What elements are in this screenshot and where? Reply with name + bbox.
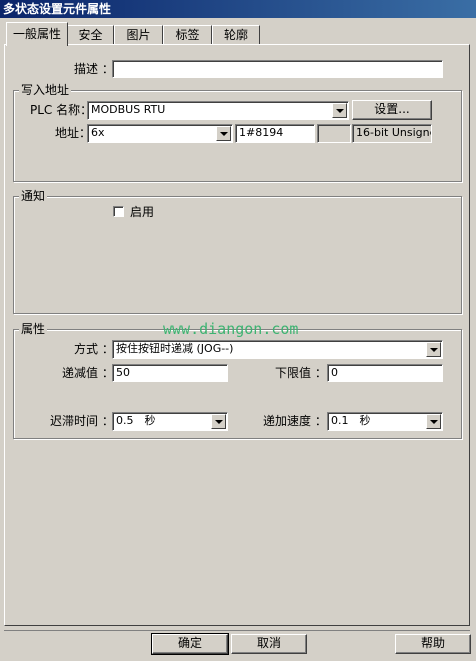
cancel-button[interactable]: 取消 bbox=[231, 634, 307, 654]
chevron-down-icon[interactable] bbox=[216, 126, 231, 141]
properties-legend: 属性 bbox=[19, 322, 48, 336]
address-extra-field bbox=[317, 124, 351, 143]
data-format-field: 16-bit Unsigned bbox=[352, 124, 432, 143]
chevron-down-icon[interactable] bbox=[332, 103, 347, 118]
tab-picture[interactable]: 图片 bbox=[114, 25, 163, 45]
tab-outline[interactable]: 轮廓 bbox=[212, 25, 260, 45]
write-address-legend: 写入地址 bbox=[19, 83, 72, 97]
mode-select[interactable]: 按住按钮时递减 (JOG--) bbox=[112, 340, 443, 359]
tab-general[interactable]: 一般属性 bbox=[6, 22, 68, 46]
plc-name-label: PLC 名称： bbox=[30, 103, 93, 117]
delay-value: 0.5 秒 bbox=[116, 414, 156, 427]
address-type-value: 6x bbox=[91, 126, 105, 139]
chevron-down-icon[interactable] bbox=[211, 414, 226, 429]
accel-label: 递加速度 ： bbox=[263, 414, 327, 428]
ok-button[interactable]: 确定 bbox=[151, 633, 229, 655]
help-button[interactable]: 帮助 bbox=[395, 634, 471, 654]
address-label: 地址： bbox=[55, 126, 92, 140]
description-input[interactable] bbox=[112, 60, 443, 78]
accel-value: 0.1 秒 bbox=[331, 414, 371, 427]
chevron-down-icon[interactable] bbox=[426, 414, 441, 429]
decrement-label: 递减值 ： bbox=[62, 366, 114, 380]
delay-select[interactable]: 0.5 秒 bbox=[112, 412, 228, 431]
address-type-select[interactable]: 6x bbox=[87, 124, 233, 143]
description-label: 描述 ： bbox=[74, 62, 114, 76]
address-input[interactable]: 1#8194 bbox=[235, 124, 315, 143]
bottom-divider bbox=[4, 630, 470, 631]
lower-limit-input[interactable]: 0 bbox=[327, 364, 443, 382]
mode-value: 按住按钮时递减 (JOG--) bbox=[116, 342, 234, 355]
window-title: 多状态设置元件属性 bbox=[0, 0, 476, 18]
enable-checkbox[interactable] bbox=[113, 206, 124, 217]
enable-label: 启用 bbox=[130, 205, 155, 219]
notify-group bbox=[13, 196, 462, 314]
watermark-text: www.diangon.com bbox=[163, 320, 299, 338]
delay-label: 迟滞时间 ： bbox=[50, 414, 114, 428]
tab-security[interactable]: 安全 bbox=[67, 25, 114, 45]
plc-name-value: MODBUS RTU bbox=[91, 103, 166, 116]
tab-label[interactable]: 标签 bbox=[163, 25, 212, 45]
mode-label: 方式 ： bbox=[74, 342, 114, 356]
notify-legend: 通知 bbox=[19, 189, 48, 203]
accel-select[interactable]: 0.1 秒 bbox=[327, 412, 443, 431]
lower-limit-label: 下限值 ： bbox=[275, 366, 327, 380]
chevron-down-icon[interactable] bbox=[426, 342, 441, 357]
plc-name-select[interactable]: MODBUS RTU bbox=[87, 101, 349, 120]
decrement-input[interactable]: 50 bbox=[112, 364, 228, 382]
settings-button[interactable]: 设置... bbox=[352, 100, 432, 120]
